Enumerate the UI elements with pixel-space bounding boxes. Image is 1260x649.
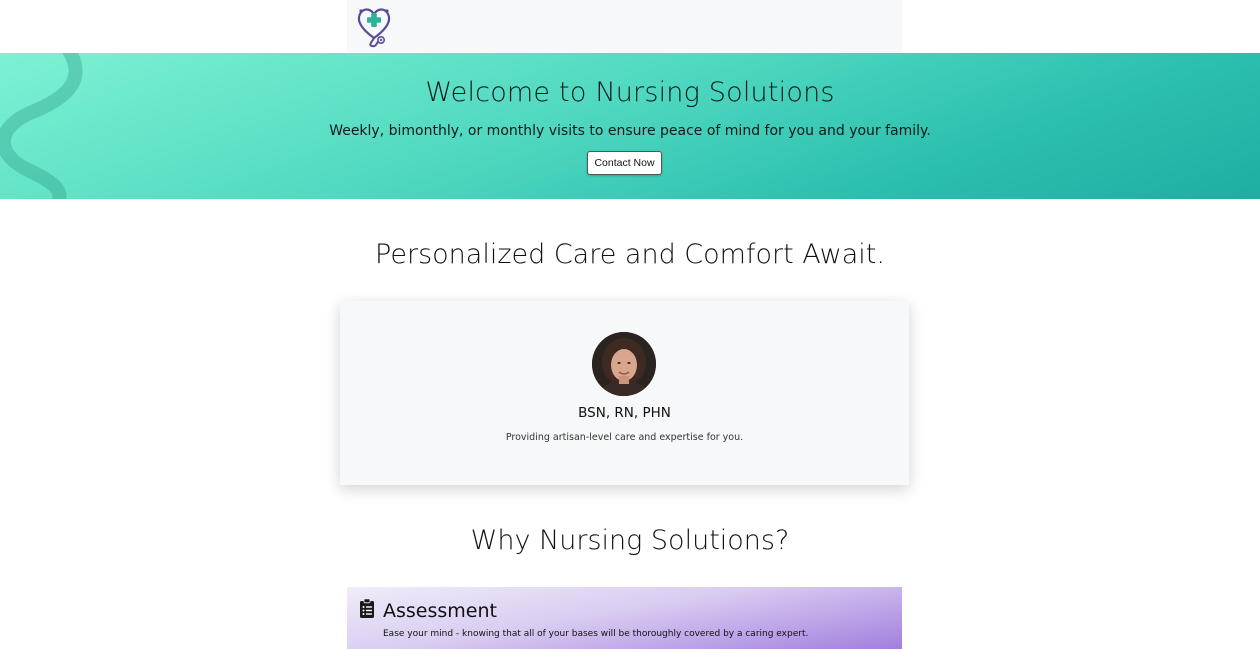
navbar	[347, 0, 902, 53]
stethoscope-heart-logo-icon[interactable]	[354, 4, 394, 48]
nurse-profile-card: BSN, RN, PHN Providing artisan-level car…	[340, 301, 909, 485]
clipboard-list-icon	[359, 598, 375, 618]
contact-now-button[interactable]: Contact Now	[587, 151, 662, 175]
feature-description: Ease your mind - knowing that all of you…	[383, 629, 809, 639]
why-section-title: Why Nursing Solutions?	[470, 525, 790, 556]
nurse-tagline: Providing artisan-level care and experti…	[505, 432, 744, 443]
feature-title: Assessment	[383, 600, 497, 622]
avatar	[592, 332, 656, 396]
hero-banner: Welcome to Nursing Solutions Weekly, bim…	[0, 53, 1260, 199]
hero-title: Welcome to Nursing Solutions	[425, 77, 835, 108]
hero-subtitle: Weekly, bimonthly, or monthly visits to …	[329, 123, 931, 139]
care-section-title: Personalized Care and Comfort Await.	[375, 239, 885, 270]
feature-card-assessment: Assessment Ease your mind - knowing that…	[347, 587, 902, 649]
nurse-credentials: BSN, RN, PHN	[578, 405, 671, 421]
